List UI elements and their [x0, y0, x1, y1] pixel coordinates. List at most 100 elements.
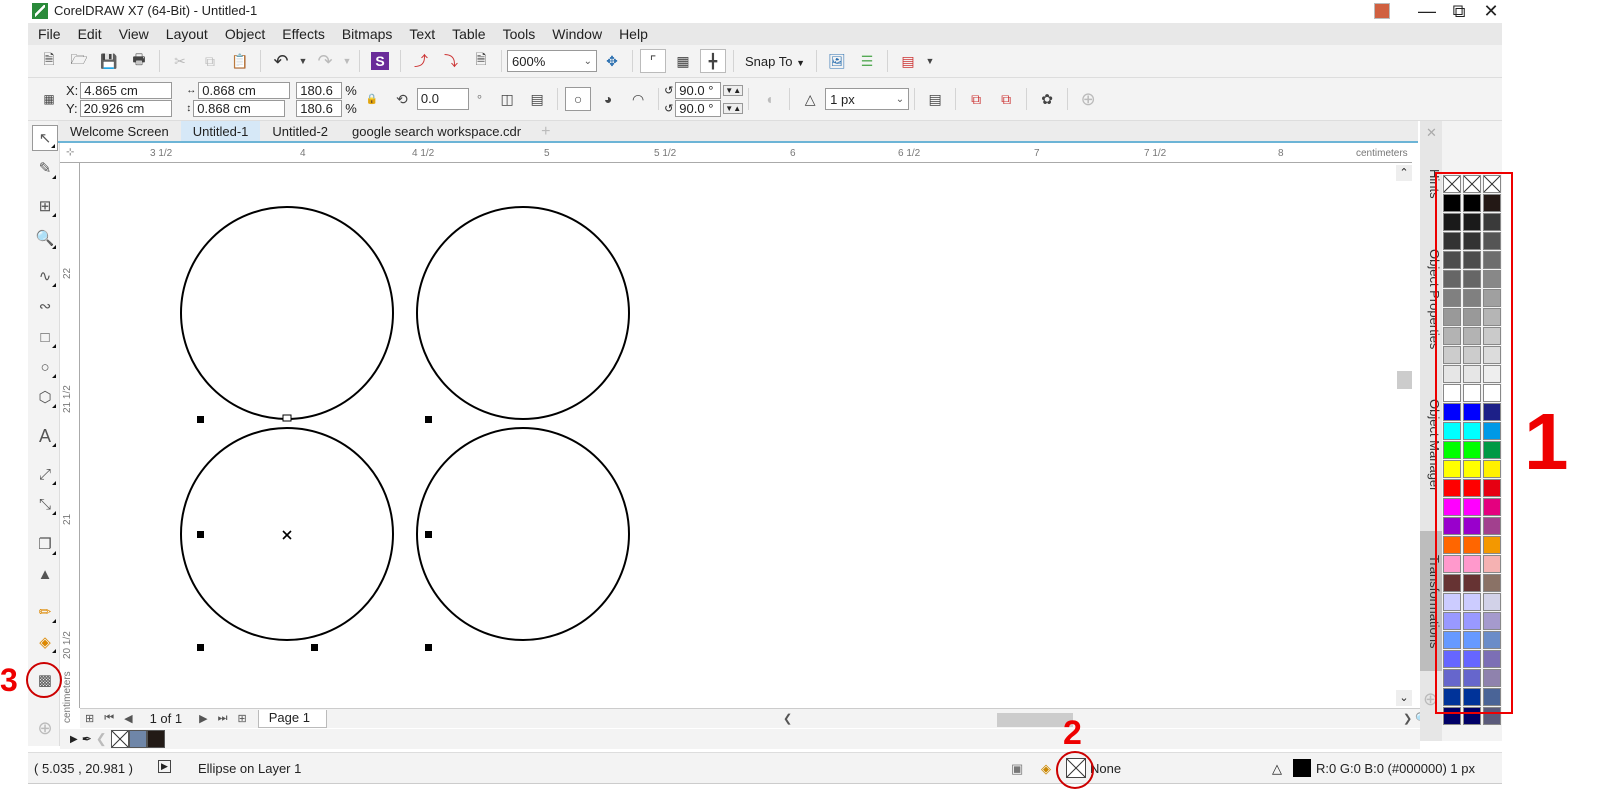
- color-swatch[interactable]: [1463, 498, 1481, 516]
- eyedropper-icon[interactable]: ✒: [82, 732, 92, 746]
- color-swatch[interactable]: [1443, 346, 1461, 364]
- docker-tab-object-manager[interactable]: Object Manager: [1420, 375, 1442, 505]
- interactive-fill-icon[interactable]: ◈: [32, 629, 58, 655]
- tab-welcome-screen[interactable]: Welcome Screen: [58, 121, 181, 141]
- mirror-horizontal-icon[interactable]: ◫: [494, 87, 520, 111]
- color-swatch[interactable]: [1463, 346, 1481, 364]
- color-swatch[interactable]: [1443, 593, 1461, 611]
- color-swatch[interactable]: [1443, 612, 1461, 630]
- rectangle-tool-icon[interactable]: □: [32, 324, 58, 350]
- x-position-field[interactable]: 4.865 cm: [80, 81, 173, 99]
- scroll-up-icon[interactable]: ⌃: [1396, 165, 1412, 181]
- page-tab-1[interactable]: Page 1: [257, 709, 327, 728]
- menu-help[interactable]: Help: [619, 26, 648, 42]
- width-field[interactable]: 0.868 cm: [198, 81, 291, 99]
- color-swatch[interactable]: [1483, 669, 1501, 687]
- polygon-tool-icon[interactable]: ⬡: [32, 384, 58, 410]
- selection-handle-middle-right[interactable]: [425, 531, 432, 538]
- last-page-icon[interactable]: ⏭: [213, 712, 233, 725]
- add-docker-icon[interactable]: ⊕: [1423, 689, 1438, 710]
- color-swatch[interactable]: [1463, 612, 1481, 630]
- convert-to-curves-icon[interactable]: ✿: [1034, 87, 1060, 111]
- color-swatch[interactable]: [1483, 194, 1501, 212]
- end-angle-field[interactable]: 90.0 °: [675, 99, 722, 117]
- menu-effects[interactable]: Effects: [282, 26, 325, 42]
- color-swatch[interactable]: [1443, 460, 1461, 478]
- color-swatch[interactable]: [1443, 631, 1461, 649]
- color-swatch[interactable]: [1463, 650, 1481, 668]
- swatch-none[interactable]: [110, 730, 129, 748]
- color-swatch[interactable]: [1443, 441, 1461, 459]
- scale-y-field[interactable]: 180.6: [296, 99, 343, 117]
- grid-icon[interactable]: ▦: [670, 49, 696, 73]
- docker-tab-transformations[interactable]: Transformations: [1420, 531, 1442, 671]
- drawing-canvas[interactable]: [81, 163, 1412, 708]
- selection-handle-bottom-center[interactable]: [311, 644, 318, 651]
- reference-point-icon[interactable]: ▦: [36, 87, 62, 111]
- text-wrap-icon[interactable]: ▤: [922, 87, 948, 111]
- freehand-tool-icon[interactable]: ∿: [32, 263, 58, 289]
- add-page-after-icon[interactable]: ⊞: [233, 712, 252, 725]
- mirror-vertical-icon[interactable]: ▤: [524, 87, 550, 111]
- circle-bottom-right[interactable]: [416, 427, 630, 641]
- node-handle[interactable]: [282, 414, 292, 422]
- welcome-screen-icon[interactable]: ▤: [895, 49, 921, 73]
- menu-edit[interactable]: Edit: [78, 26, 102, 42]
- color-swatch[interactable]: [1483, 213, 1501, 231]
- color-swatch[interactable]: [1463, 441, 1481, 459]
- color-swatch[interactable]: [1483, 232, 1501, 250]
- scale-x-field[interactable]: 180.6: [296, 81, 343, 99]
- color-proofing-icon[interactable]: ▣: [1011, 761, 1023, 777]
- color-swatch[interactable]: [1463, 517, 1481, 535]
- to-front-icon[interactable]: ⧉: [963, 87, 989, 111]
- color-swatch-none[interactable]: [1443, 175, 1461, 193]
- full-screen-icon[interactable]: ✥: [599, 49, 625, 73]
- outline-width-select[interactable]: 1 px ⌄: [825, 88, 910, 110]
- color-swatch[interactable]: [1463, 555, 1481, 573]
- color-swatch[interactable]: [1463, 593, 1481, 611]
- undo-dropdown-icon[interactable]: ▼: [298, 49, 308, 73]
- selection-handle-bottom-left[interactable]: [197, 644, 204, 651]
- color-swatch[interactable]: [1463, 403, 1481, 421]
- selection-handle-top-right[interactable]: [425, 416, 432, 423]
- color-swatch[interactable]: [1463, 251, 1481, 269]
- menu-window[interactable]: Window: [552, 26, 602, 42]
- color-swatch[interactable]: [1443, 517, 1461, 535]
- color-swatch[interactable]: [1443, 232, 1461, 250]
- crop-tool-icon[interactable]: ⊞: [32, 193, 58, 219]
- menu-tools[interactable]: Tools: [503, 26, 536, 42]
- tab-google-search-workspace[interactable]: google search workspace.cdr: [340, 121, 533, 141]
- menu-bitmaps[interactable]: Bitmaps: [342, 26, 393, 42]
- color-swatch-none[interactable]: [1463, 175, 1481, 193]
- status-flyout-icon[interactable]: ▶: [158, 760, 171, 773]
- color-swatch[interactable]: [1483, 289, 1501, 307]
- color-swatch[interactable]: [1463, 536, 1481, 554]
- selection-handle-top-left[interactable]: [197, 416, 204, 423]
- height-field[interactable]: 0.868 cm: [193, 99, 286, 117]
- menu-object[interactable]: Object: [225, 26, 265, 42]
- zoom-level-select[interactable]: 600% ⌄: [507, 50, 597, 72]
- restore-button[interactable]: ⧉: [1448, 1, 1470, 21]
- color-swatch[interactable]: [1443, 270, 1461, 288]
- palette-flyout-icon[interactable]: ▶: [70, 734, 78, 745]
- color-swatch[interactable]: [1483, 365, 1501, 383]
- add-toolbar-item-icon[interactable]: ⊕: [1075, 87, 1101, 111]
- color-swatch[interactable]: [1443, 688, 1461, 706]
- rulers-icon[interactable]: ⌜: [640, 49, 666, 73]
- color-swatch[interactable]: [1463, 213, 1481, 231]
- import-icon[interactable]: ⤴: [408, 49, 434, 73]
- horizontal-ruler[interactable]: ⊹ 3 1/2 4 4 1/2 5 5 1/2 6 6 1/2 7 7 1/2 …: [60, 145, 1412, 163]
- start-angle-stepper[interactable]: ▼▲: [723, 84, 744, 96]
- color-swatch[interactable]: [1463, 289, 1481, 307]
- end-angle-stepper[interactable]: ▼▲: [723, 102, 744, 114]
- pie-mode-icon[interactable]: ◕: [595, 87, 621, 111]
- color-swatch[interactable]: [1483, 270, 1501, 288]
- color-swatch[interactable]: [1483, 422, 1501, 440]
- color-swatch[interactable]: [1443, 308, 1461, 326]
- ellipse-mode-icon[interactable]: ○: [565, 87, 592, 111]
- lock-ratio-icon[interactable]: 🔒: [359, 87, 385, 111]
- color-swatch[interactable]: [1463, 460, 1481, 478]
- guidelines-icon[interactable]: ╋: [700, 49, 726, 73]
- color-swatch[interactable]: [1443, 574, 1461, 592]
- scroll-down-icon[interactable]: ⌄: [1396, 690, 1412, 706]
